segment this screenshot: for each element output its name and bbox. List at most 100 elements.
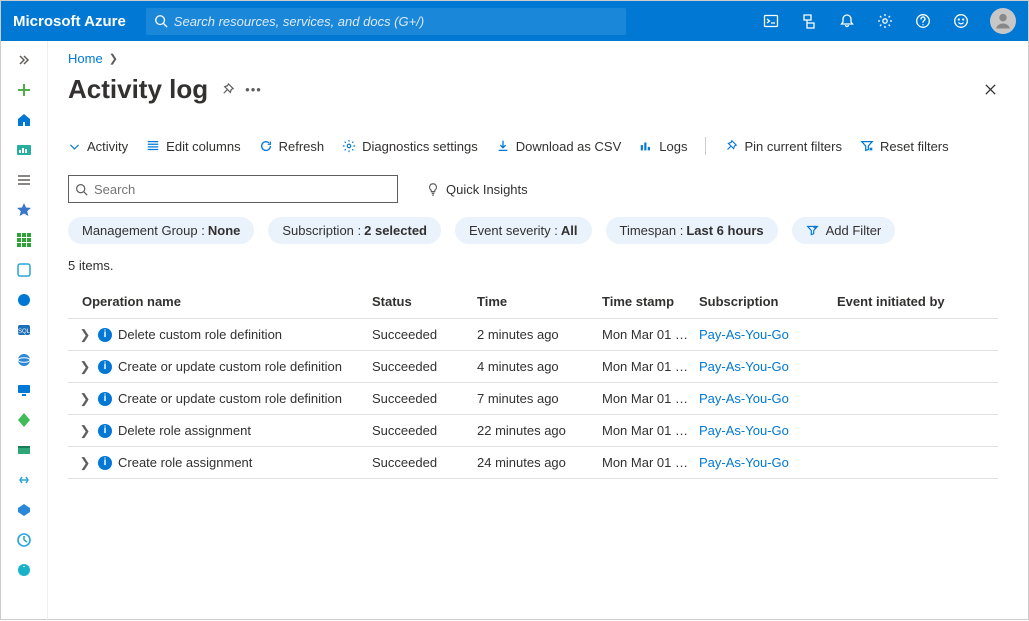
- pill-label: Add Filter: [826, 223, 882, 238]
- status-cell: Succeeded: [368, 327, 473, 342]
- sidebar-sql-icon[interactable]: SQL: [5, 316, 43, 344]
- time-cell: 4 minutes ago: [473, 359, 598, 374]
- pill-label: Subscription :: [282, 223, 361, 238]
- pin-filters-button[interactable]: Pin current filters: [724, 139, 842, 154]
- global-search[interactable]: [146, 8, 626, 35]
- feedback-icon[interactable]: [944, 1, 978, 41]
- settings-icon[interactable]: [868, 1, 902, 41]
- subscription-link[interactable]: Pay-As-You-Go: [699, 391, 789, 406]
- table-row[interactable]: ❯ i Delete custom role definition Succee…: [68, 319, 998, 351]
- table-search[interactable]: [68, 175, 398, 203]
- table-row[interactable]: ❯ i Create or update custom role definit…: [68, 383, 998, 415]
- operation-name: Create role assignment: [118, 455, 252, 470]
- operation-name: Delete custom role definition: [118, 327, 282, 342]
- filter-management-group[interactable]: Management Group : None: [68, 217, 254, 244]
- toolbar: Activity Edit columns Refresh Diagnostic…: [68, 137, 998, 163]
- sidebar-storage-icon[interactable]: [5, 436, 43, 464]
- sidebar-expand-icon[interactable]: [5, 46, 43, 74]
- edit-columns-button[interactable]: Edit columns: [146, 139, 240, 154]
- col-operation[interactable]: Operation name: [68, 294, 368, 309]
- top-bar: Microsoft Azure: [1, 1, 1028, 41]
- logs-button[interactable]: Logs: [639, 139, 687, 154]
- refresh-button[interactable]: Refresh: [259, 139, 325, 154]
- items-count: 5 items.: [68, 258, 998, 273]
- filter-subscription[interactable]: Subscription : 2 selected: [268, 217, 441, 244]
- separator: [705, 137, 706, 155]
- filter-event-severity[interactable]: Event severity : All: [455, 217, 592, 244]
- pill-value: 2 selected: [364, 223, 427, 238]
- pill-value: Last 6 hours: [686, 223, 763, 238]
- sidebar-cosmos-icon[interactable]: [5, 346, 43, 374]
- table-row[interactable]: ❯ i Create or update custom role definit…: [68, 351, 998, 383]
- operation-name: Create or update custom role definition: [118, 391, 342, 406]
- help-icon[interactable]: [906, 1, 940, 41]
- time-cell: 2 minutes ago: [473, 327, 598, 342]
- breadcrumb-home[interactable]: Home: [68, 51, 103, 66]
- table-search-input[interactable]: [94, 182, 391, 197]
- svg-text:SQL: SQL: [18, 329, 31, 335]
- download-csv-button[interactable]: Download as CSV: [496, 139, 622, 154]
- sidebar-vnet-icon[interactable]: [5, 466, 43, 494]
- col-subscription[interactable]: Subscription: [695, 294, 833, 309]
- pin-icon[interactable]: [220, 82, 235, 97]
- chevron-right-icon[interactable]: ❯: [78, 423, 92, 439]
- refresh-icon: [259, 139, 273, 153]
- activity-dropdown[interactable]: Activity: [68, 139, 128, 154]
- chevron-right-icon[interactable]: ❯: [78, 455, 92, 471]
- close-icon[interactable]: [983, 82, 998, 97]
- diagnostics-button[interactable]: Diagnostics settings: [342, 139, 478, 154]
- activity-table: Operation name Status Time Time stamp Su…: [68, 285, 998, 479]
- col-event-initiated[interactable]: Event initiated by: [833, 294, 998, 309]
- toolbar-label: Logs: [659, 139, 687, 154]
- time-cell: 22 minutes ago: [473, 423, 598, 438]
- chevron-down-icon: [68, 140, 81, 153]
- sidebar-resource-groups-icon[interactable]: [5, 256, 43, 284]
- table-row[interactable]: ❯ i Create role assignment Succeeded 24 …: [68, 447, 998, 479]
- subscription-link[interactable]: Pay-As-You-Go: [699, 327, 789, 342]
- toolbar-label: Edit columns: [166, 139, 240, 154]
- quick-insights-button[interactable]: Quick Insights: [426, 182, 528, 197]
- directories-icon[interactable]: [792, 1, 826, 41]
- sidebar-load-balancer-icon[interactable]: [5, 406, 43, 434]
- global-search-input[interactable]: [174, 14, 618, 29]
- chevron-right-icon: ❯: [109, 52, 118, 65]
- filter-timespan[interactable]: Timespan : Last 6 hours: [606, 217, 778, 244]
- toolbar-label: Refresh: [279, 139, 325, 154]
- reset-filters-button[interactable]: Reset filters: [860, 139, 949, 154]
- toolbar-label: Pin current filters: [744, 139, 842, 154]
- subscription-link[interactable]: Pay-As-You-Go: [699, 455, 789, 470]
- pill-label: Management Group :: [82, 223, 205, 238]
- col-timestamp[interactable]: Time stamp: [598, 294, 695, 309]
- sidebar-all-services-icon[interactable]: [5, 166, 43, 194]
- sidebar-all-resources-icon[interactable]: [5, 226, 43, 254]
- quick-insights-label: Quick Insights: [446, 182, 528, 197]
- table-row[interactable]: ❯ i Delete role assignment Succeeded 22 …: [68, 415, 998, 447]
- pill-label: Event severity :: [469, 223, 558, 238]
- cloud-shell-icon[interactable]: [754, 1, 788, 41]
- pin-icon: [724, 139, 738, 153]
- subscription-link[interactable]: Pay-As-You-Go: [699, 423, 789, 438]
- add-filter-icon: [806, 224, 819, 237]
- sidebar-home-icon[interactable]: [5, 106, 43, 134]
- pill-label: Timespan :: [620, 223, 684, 238]
- sidebar-create-icon[interactable]: [5, 76, 43, 104]
- status-cell: Succeeded: [368, 359, 473, 374]
- sidebar-dashboard-icon[interactable]: [5, 136, 43, 164]
- sidebar-monitor-icon[interactable]: [5, 526, 43, 554]
- brand-label: Microsoft Azure: [13, 13, 126, 30]
- add-filter-button[interactable]: Add Filter: [792, 217, 896, 244]
- account-avatar[interactable]: [990, 8, 1016, 34]
- notifications-icon[interactable]: [830, 1, 864, 41]
- col-status[interactable]: Status: [368, 294, 473, 309]
- sidebar-vm-icon[interactable]: [5, 376, 43, 404]
- subscription-link[interactable]: Pay-As-You-Go: [699, 359, 789, 374]
- more-icon[interactable]: •••: [245, 82, 262, 97]
- sidebar-advisor-icon[interactable]: [5, 556, 43, 584]
- sidebar-aad-icon[interactable]: [5, 496, 43, 524]
- chevron-right-icon[interactable]: ❯: [78, 327, 92, 343]
- sidebar-app-services-icon[interactable]: [5, 286, 43, 314]
- chevron-right-icon[interactable]: ❯: [78, 391, 92, 407]
- col-time[interactable]: Time: [473, 294, 598, 309]
- chevron-right-icon[interactable]: ❯: [78, 359, 92, 375]
- sidebar-favorites-icon[interactable]: [5, 196, 43, 224]
